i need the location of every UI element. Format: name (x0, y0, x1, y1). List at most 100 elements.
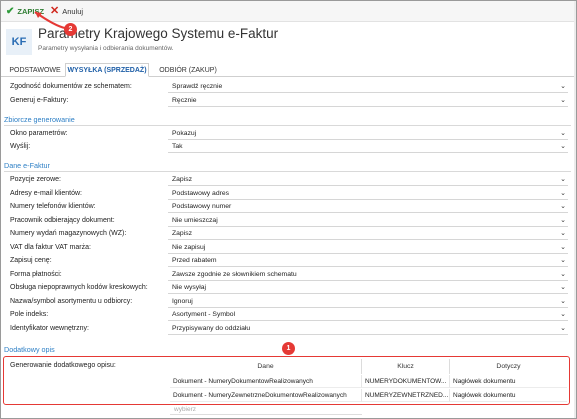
field-select[interactable]: Ignoruj ⌄ (168, 296, 568, 308)
tab-podstawowe[interactable]: PODSTAWOWE (5, 63, 65, 77)
form-row: Zgodność dokumentów ze schematem: Sprawd… (1, 81, 576, 94)
chevron-down-icon: ⌄ (560, 216, 566, 224)
field-select[interactable]: Przed rabatem ⌄ (168, 255, 568, 267)
page-subtitle: Parametry wysyłania i odbierania dokumen… (38, 45, 174, 52)
field-label: Numery wydań magazynowych (WZ): (10, 230, 127, 237)
chevron-down-icon: ⌄ (560, 189, 566, 197)
chevron-down-icon: ⌄ (560, 297, 566, 305)
field-label: Zapisuj cenę: (10, 257, 52, 264)
form-row: Forma płatności: Zawsze zgodnie ze słowni… (1, 269, 576, 282)
scrollbar[interactable] (574, 1, 576, 418)
field-select[interactable]: Nie wysyłaj ⌄ (168, 282, 568, 294)
select-value: Tak (172, 143, 183, 150)
section-divider (4, 125, 571, 126)
field-label: Identyfikator wewnętrzny: (10, 324, 89, 332)
field-label: Pole indeks: (10, 311, 49, 318)
field-label: Wyślij: (10, 143, 31, 150)
field-label: Okno parametrów: (10, 130, 68, 137)
generate-einvoice-select[interactable]: Ręcznie ⌄ (168, 95, 568, 107)
toolbar: ✔ ZAPISZ ✕ Anuluj (1, 1, 576, 22)
column-header-klucz[interactable]: Klucz (362, 359, 450, 374)
chevron-down-icon: ⌄ (560, 130, 566, 137)
table-cell[interactable]: Nagłówek dokumentu (450, 389, 567, 402)
form-row: Nazwa/symbol asortymentu u odbiorcy: Igno… (1, 296, 576, 309)
form-row: Pozycje zerowe: Zapisz ⌄ (1, 174, 576, 187)
chevron-down-icon: ⌄ (560, 243, 566, 251)
table-cell[interactable]: Dokument - NumeryDokumentowRealizowanych (170, 375, 362, 388)
select-value: Zawsze zgodnie ze słownikiem schematu (172, 270, 297, 278)
field-select[interactable]: Zapisz ⌄ (168, 174, 568, 186)
field-label: Generowanie dodatkowego opisu: (10, 362, 116, 369)
select-value: Ignoruj (172, 297, 193, 305)
chevron-down-icon: ⌄ (560, 324, 566, 332)
send-select[interactable]: Tak ⌄ (168, 141, 568, 153)
field-select[interactable]: Podstawowy adres ⌄ (168, 188, 568, 200)
field-label: Adresy e-mail klientów: (10, 189, 82, 197)
chevron-down-icon: ⌄ (560, 83, 566, 90)
schema-compliance-select[interactable]: Sprawdź ręcznie ⌄ (168, 81, 568, 93)
form-row: Wyślij: Tak ⌄ (1, 141, 576, 154)
field-label: Generuj e-Faktury: (10, 97, 69, 104)
select-value: Nie zapisuj (172, 243, 206, 251)
select-value: Nie wysyłaj (172, 284, 206, 291)
table-cell[interactable]: Nagłówek dokumentu (450, 375, 567, 388)
table-cell[interactable]: Dokument - NumeryZewnetrzneDokumentowRea… (170, 389, 362, 402)
form-row: Zapisuj cenę: Przed rabatem ⌄ (1, 255, 576, 268)
chevron-down-icon: ⌄ (560, 143, 566, 150)
select-value: Zapisz (172, 230, 193, 237)
select-value: Przypisywany do oddziału (172, 324, 251, 332)
field-label: Obsługa niepoprawnych kodów kreskowych: (10, 284, 148, 291)
section-title-opis: Dodatkowy opis (4, 345, 55, 354)
select-value: Podstawowy adres (172, 189, 230, 197)
field-label: Pozycje zerowe: (10, 176, 61, 183)
form-row: VAT dla faktur VAT marża: Nie zapisuj ⌄ (1, 242, 576, 255)
table-cell[interactable]: NUMERYDOKUMENTOW... (362, 375, 450, 388)
field-select[interactable]: Asortyment - Symbol ⌄ (168, 309, 568, 321)
chevron-down-icon: ⌄ (560, 257, 566, 264)
chevron-down-icon: ⌄ (560, 284, 566, 291)
select-value: Pokazuj (172, 130, 197, 137)
table-cell[interactable]: NUMERYZEWNETRZNED... (362, 389, 450, 402)
field-select[interactable]: Nie umieszczaj ⌄ (168, 215, 568, 227)
column-header-dotyczy[interactable]: Dotyczy (450, 359, 567, 374)
form-row: Numery telefonów klientów: Podstawowy num… (1, 201, 576, 214)
field-select[interactable]: Podstawowy numer ⌄ (168, 201, 568, 213)
field-label: Nazwa/symbol asortymentu u odbiorcy: (10, 297, 133, 305)
chevron-down-icon: ⌄ (560, 270, 566, 278)
chevron-down-icon: ⌄ (560, 230, 566, 237)
section-divider (4, 171, 571, 172)
form-row: Adresy e-mail klientów: Podstawowy adres ⌄ (1, 188, 576, 201)
field-label: VAT dla faktur VAT marża: (10, 243, 91, 251)
chevron-down-icon: ⌄ (560, 203, 566, 210)
annotation-badge-1: 1 (282, 342, 295, 355)
form-content: Zgodność dokumentów ze schematem: Sprawd… (1, 78, 576, 418)
section-title-zbiorcze: Zbiorcze generowanie (4, 115, 75, 124)
page-header: KF Parametry Krajowego Systemu e-Faktur … (1, 22, 576, 60)
tab-odbior[interactable]: ODBIÓR (ZAKUP) (151, 63, 225, 77)
params-window-select[interactable]: Pokazuj ⌄ (168, 128, 568, 140)
select-value: Zapisz (172, 176, 193, 183)
select-value: Ręcznie (172, 97, 197, 104)
section-title-dane: Dane e-Faktur (4, 161, 50, 170)
add-row-input[interactable]: wybierz (170, 404, 362, 415)
column-header-dane[interactable]: Dane (170, 359, 362, 374)
field-label: Pracownik odbierający dokument: (10, 216, 115, 224)
chevron-down-icon: ⌄ (560, 97, 566, 104)
select-value: Przed rabatem (172, 257, 217, 264)
form-row: Identyfikator wewnętrzny: Przypisywany do… (1, 323, 576, 336)
field-select[interactable]: Zapisz ⌄ (168, 228, 568, 240)
check-icon: ✔ (6, 5, 15, 17)
field-select[interactable]: Przypisywany do oddziału ⌄ (168, 323, 568, 335)
form-row: Generuj e-Faktury: Ręcznie ⌄ (1, 95, 576, 108)
form-row: Obsługa niepoprawnych kodów kreskowych: N… (1, 282, 576, 295)
select-value: Nie umieszczaj (172, 216, 218, 224)
field-label: Forma płatności: (10, 270, 62, 278)
annotation-badge-2: 2 (64, 23, 77, 36)
form-row: Pracownik odbierający dokument: Nie umies… (1, 215, 576, 228)
field-select[interactable]: Nie zapisuj ⌄ (168, 242, 568, 254)
field-label: Numery telefonów klientów: (10, 203, 96, 210)
select-value: Sprawdź ręcznie (172, 83, 223, 90)
field-select[interactable]: Zawsze zgodnie ze słownikiem schematu ⌄ (168, 269, 568, 281)
tab-wysylka[interactable]: WYSYŁKA (SPRZEDAŻ) (65, 63, 149, 77)
field-label: Zgodność dokumentów ze schematem: (10, 83, 132, 90)
